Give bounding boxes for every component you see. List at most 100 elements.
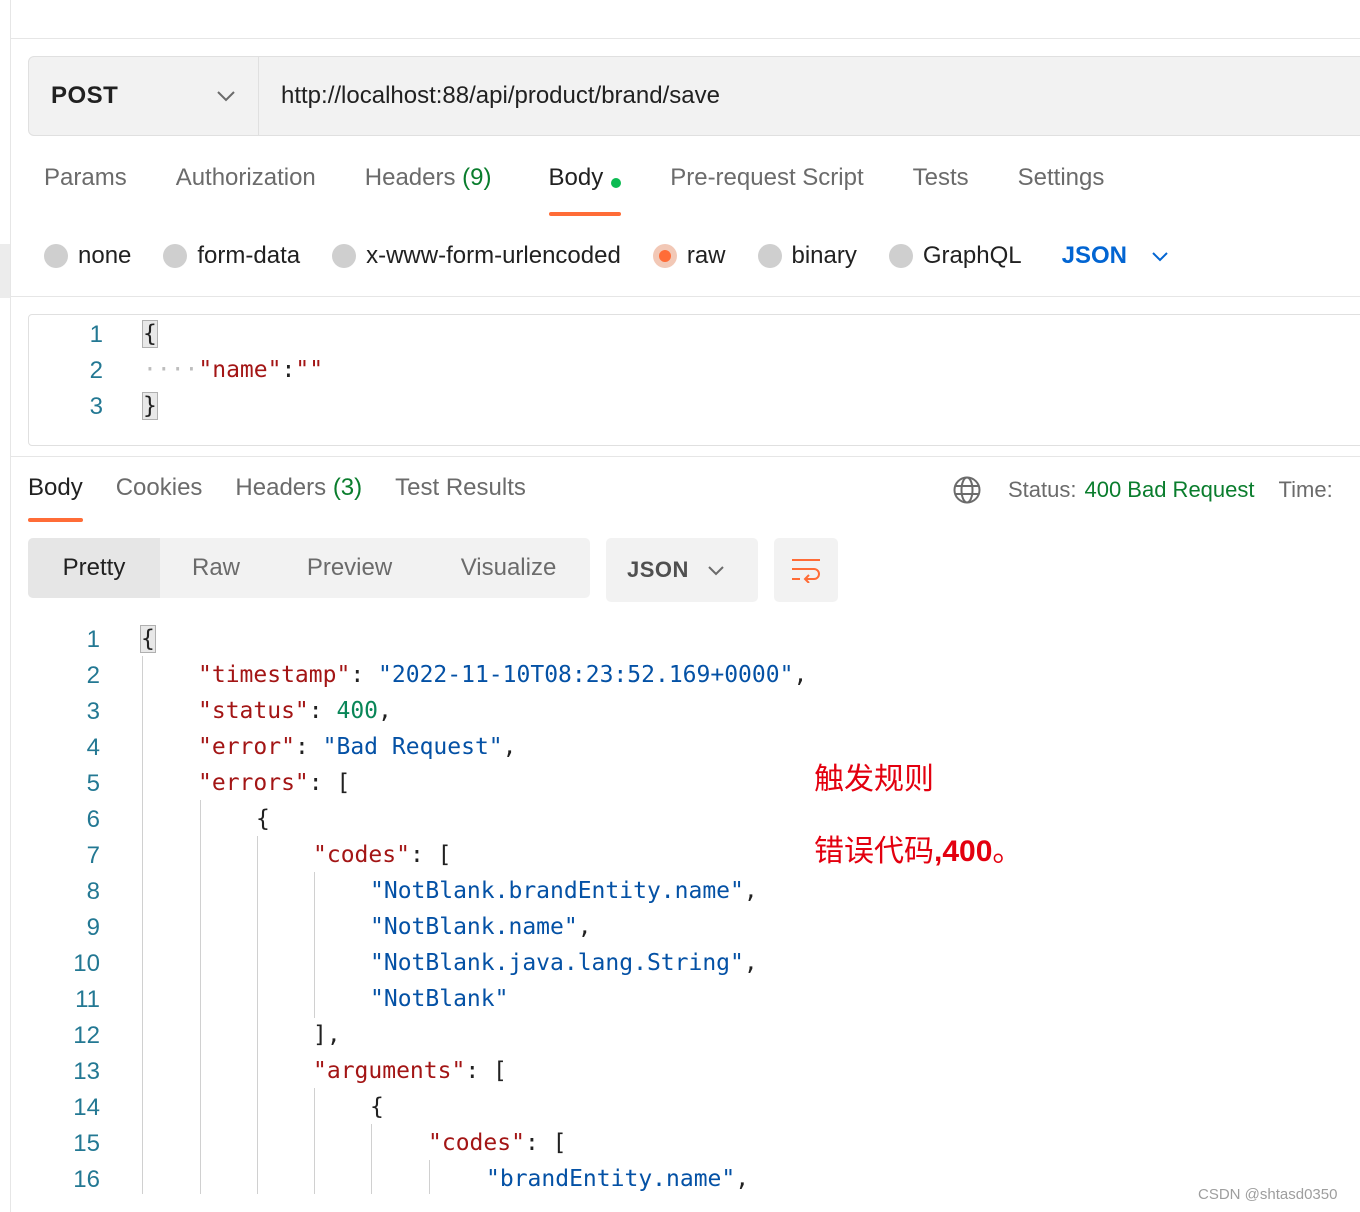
line-number: 8 xyxy=(86,878,100,905)
headers-count: (3) xyxy=(332,474,363,501)
tab-pre-request-script[interactable]: Pre-request Script xyxy=(670,164,863,216)
tab-response-body[interactable]: Body xyxy=(28,474,83,522)
tab-headers[interactable]: Headers (9) xyxy=(365,164,492,216)
tab-label: Pre-request Script xyxy=(670,164,864,191)
radio-form-data[interactable]: form-data xyxy=(163,242,300,270)
brace: { xyxy=(142,320,158,348)
tab-cookies[interactable]: Cookies xyxy=(116,474,203,522)
indent-guide xyxy=(142,656,143,1194)
headers-count: (9) xyxy=(462,164,492,191)
tab-label: Settings xyxy=(1017,164,1105,191)
tab-label: Body xyxy=(548,164,604,191)
watermark: CSDN @shtasd0350 xyxy=(1198,1186,1338,1203)
tab-response-headers[interactable]: Headers (3) xyxy=(235,474,362,522)
tab-tests[interactable]: Tests xyxy=(913,164,969,216)
json-value: "NotBlank" xyxy=(370,986,509,1012)
radio-graphql[interactable]: GraphQL xyxy=(888,242,1022,270)
method-select[interactable]: POST xyxy=(29,57,259,135)
modified-dot-icon xyxy=(611,178,622,188)
brace: } xyxy=(142,392,158,420)
response-format-select[interactable]: JSON xyxy=(606,538,758,602)
json-key: "error" xyxy=(198,734,295,760)
radio-label: GraphQL xyxy=(922,242,1022,269)
radio-icon xyxy=(163,244,188,268)
code-line: } xyxy=(142,392,158,420)
body-language-select[interactable]: JSON xyxy=(1062,242,1169,270)
code-line: "NotBlank.name", xyxy=(370,914,592,940)
code-line: "NotBlank.java.lang.String", xyxy=(370,950,758,976)
code-line: "arguments": [ xyxy=(313,1058,507,1084)
tab-test-results[interactable]: Test Results xyxy=(395,474,526,522)
line-number: 6 xyxy=(86,806,100,833)
radio-icon xyxy=(44,244,68,268)
json-key: "status" xyxy=(198,698,309,724)
json-value: "" xyxy=(295,357,324,383)
tab-label: Cookies xyxy=(115,474,203,501)
tab-label: Body xyxy=(28,474,83,501)
line-number: 11 xyxy=(75,986,100,1013)
code-line: "error": "Bad Request", xyxy=(198,734,517,760)
indent-guide xyxy=(257,836,258,1194)
view-preview[interactable]: Preview xyxy=(272,538,427,598)
radio-label: none xyxy=(78,242,132,269)
status-value[interactable]: 400 Bad Request xyxy=(1084,477,1254,503)
json-value: "brandEntity.name" xyxy=(486,1166,736,1192)
view-mode-segmented: Pretty Raw Preview Visualize xyxy=(28,538,590,598)
radio-binary[interactable]: binary xyxy=(757,242,857,270)
code-line: { xyxy=(142,320,158,348)
line-number: 5 xyxy=(86,770,100,797)
code-line: { xyxy=(370,1094,384,1120)
json-key: "timestamp" xyxy=(198,662,351,688)
annotation-text: 错误代码,400。 xyxy=(814,826,1022,870)
time-label: Time: xyxy=(1278,477,1333,502)
code-line: ], xyxy=(313,1022,341,1048)
json-key: "arguments" xyxy=(313,1058,466,1084)
request-body-editor[interactable]: 1 2 3 { ····"name":"" } xyxy=(28,314,1360,446)
code-line: ····"name":"" xyxy=(143,357,323,383)
json-value: "NotBlank.name" xyxy=(370,914,578,940)
indent-guide xyxy=(200,800,201,1194)
json-key: "name" xyxy=(198,357,282,383)
response-status: Status: 400 Bad Request Time: xyxy=(952,474,1333,506)
code-line: "brandEntity.name", xyxy=(486,1166,750,1192)
radio-label: raw xyxy=(686,242,726,269)
view-pretty[interactable]: Pretty xyxy=(28,538,160,598)
colon: : xyxy=(281,357,296,383)
tab-label: Authorization xyxy=(175,164,316,191)
radio-none[interactable]: none xyxy=(44,242,131,270)
tab-body[interactable]: Body xyxy=(548,164,622,216)
code-line: "codes": [ xyxy=(313,842,452,868)
wrap-lines-icon xyxy=(792,559,820,583)
wrap-lines-button[interactable] xyxy=(774,538,838,602)
radio-x-www-form-urlencoded[interactable]: x-www-form-urlencoded xyxy=(332,242,621,270)
chevron-down-icon xyxy=(708,565,724,575)
line-number: 14 xyxy=(73,1094,100,1121)
line-number: 1 xyxy=(86,626,100,653)
tab-params[interactable]: Params xyxy=(44,164,127,216)
code-line: "status": 400, xyxy=(198,698,392,724)
globe-icon[interactable] xyxy=(952,475,982,505)
indent-guide xyxy=(314,1088,315,1194)
url-input[interactable]: http://localhost:88/api/product/brand/sa… xyxy=(259,57,1360,135)
whitespace-dots: ···· xyxy=(143,357,199,383)
code-line: "NotBlank" xyxy=(370,986,508,1012)
annotation-prefix: 错误代码 xyxy=(814,835,934,868)
view-visualize[interactable]: Visualize xyxy=(427,538,590,598)
tab-label: Tests xyxy=(912,164,969,191)
json-value: "Bad Request" xyxy=(322,734,503,760)
tab-label: Headers xyxy=(364,164,456,191)
tab-settings[interactable]: Settings xyxy=(1018,164,1105,216)
method-label: POST xyxy=(51,82,119,109)
line-number: 15 xyxy=(73,1130,100,1157)
response-tabs: Body Cookies Headers (3) Test Results xyxy=(28,474,559,522)
code-line: "timestamp": "2022-11-10T08:23:52.169+00… xyxy=(198,662,808,688)
tab-authorization[interactable]: Authorization xyxy=(176,164,316,216)
code-line: { xyxy=(140,625,156,653)
view-raw[interactable]: Raw xyxy=(160,538,272,598)
annotation-suffix: 。 xyxy=(992,835,1023,868)
radio-raw[interactable]: raw xyxy=(652,242,726,270)
code-line: "NotBlank.brandEntity.name", xyxy=(370,878,758,904)
radio-label: binary xyxy=(791,242,857,269)
tab-label: Params xyxy=(44,164,127,191)
code-line: "errors": [ xyxy=(198,770,351,796)
